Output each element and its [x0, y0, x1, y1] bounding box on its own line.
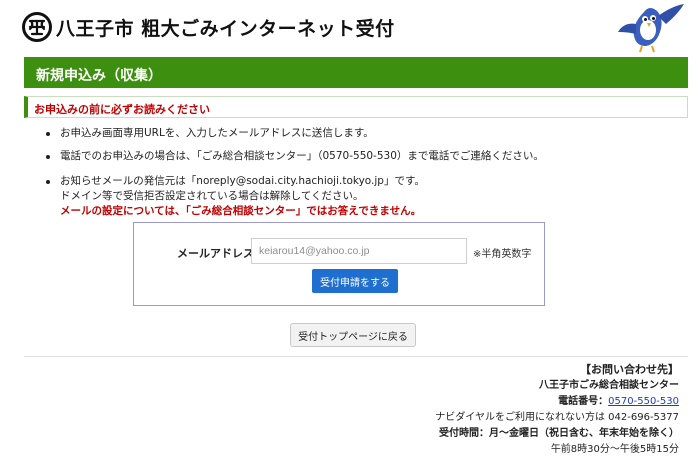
- notice-text: お知らせメールの発信元は「noreply@sodai.city.hachioji…: [60, 175, 425, 187]
- bird-mascot-icon: [618, 4, 684, 53]
- site-header: 八王子市 粗大ごみインターネット受付: [0, 0, 700, 56]
- hachioji-city-emblem-icon: [22, 12, 52, 42]
- list-item: お知らせメールの発信元は「noreply@sodai.city.hachioji…: [46, 174, 686, 219]
- contact-center-name: 八王子市ごみ総合相談センター: [539, 380, 679, 391]
- phone-label: 電話番号：: [558, 396, 609, 407]
- contact-hours-time: 午前8時30分～午後5時15分: [550, 444, 679, 455]
- site-title: 八王子市 粗大ごみインターネット受付: [56, 18, 395, 40]
- phone-link[interactable]: 0570-550-530: [608, 396, 679, 407]
- email-note: ※半角英数字: [473, 249, 532, 260]
- notice-list: お申込み画面専用URLを、入力したメールアドレスに送信します。 電話でのお申込み…: [46, 126, 686, 219]
- contact-hours: 受付時間：月～金曜日（祝日含む、年末年始を除く）: [439, 428, 679, 439]
- email-label: メールアドレス: [177, 247, 254, 260]
- notice-title: お申込みの前に必ずお読みください: [34, 103, 210, 116]
- contact-heading: 【お問い合わせ先】: [580, 363, 679, 376]
- list-item: 電話でのお申込みの場合は、「ごみ総合相談センター」（0570-550-530）ま…: [46, 149, 686, 164]
- email-form: メールアドレス ※半角英数字 受付申請をする: [133, 222, 545, 306]
- warning-text: メールの設定については、「ごみ総合相談センター」ではお答えできません。: [60, 205, 422, 217]
- notice-box: お申込みの前に必ずお読みください: [24, 96, 688, 118]
- list-item: お申込み画面専用URLを、入力したメールアドレスに送信します。: [46, 126, 686, 141]
- contact-alt-phone: ナビダイヤルをご利用になれない方は 042-696-5377: [435, 412, 679, 423]
- email-input[interactable]: [251, 238, 467, 264]
- notice-text: ドメイン等で受信拒否設定されている場合は解除してください。: [60, 190, 364, 202]
- contact-info: 【お問い合わせ先】 八王子市ごみ総合相談センター 電話番号：0570-550-5…: [435, 362, 679, 458]
- divider: [24, 356, 688, 357]
- submit-button[interactable]: 受付申請をする: [312, 269, 398, 293]
- page-heading: 新規申込み（収集）: [24, 57, 688, 88]
- notice-text: 電話でのお申込みの場合は、「ごみ総合相談センター」（0570-550-530）ま…: [60, 150, 544, 162]
- notice-text: お申込み画面専用URLを、入力したメールアドレスに送信します。: [60, 127, 374, 139]
- back-to-top-button[interactable]: 受付トップページに戻る: [290, 323, 416, 347]
- contact-phone-row: 電話番号：0570-550-530: [435, 394, 679, 410]
